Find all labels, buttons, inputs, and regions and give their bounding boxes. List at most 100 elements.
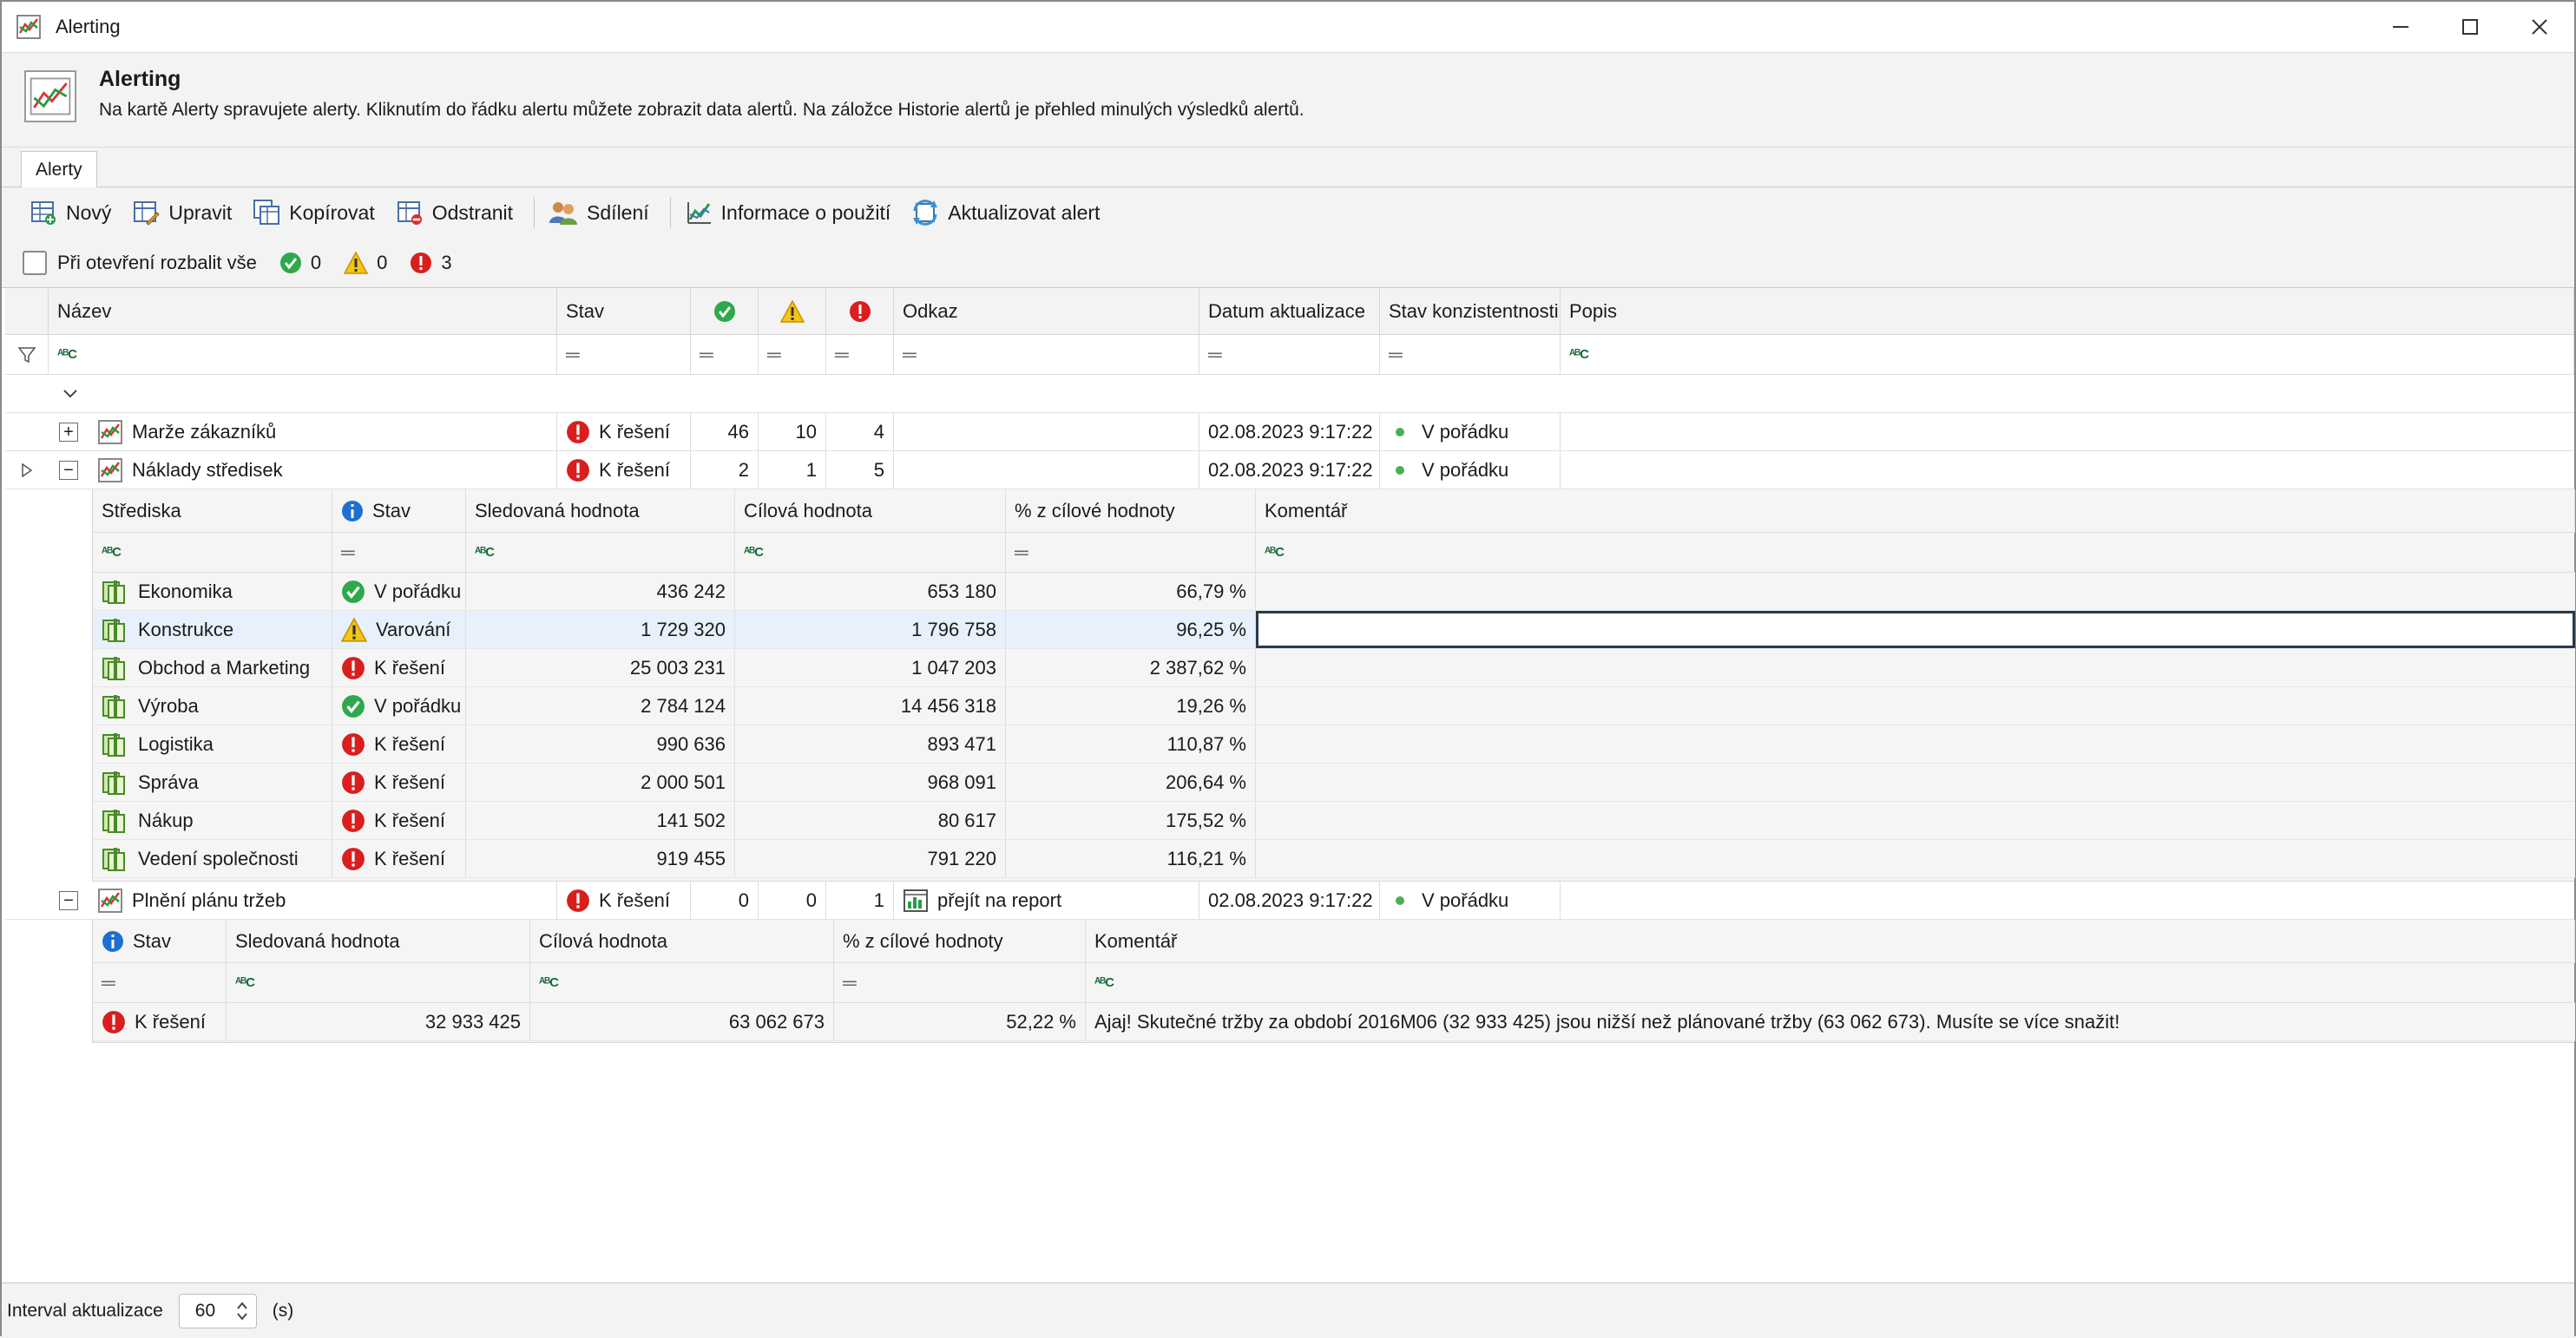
detail-row[interactable]: Správa K řešení 2 000 501 968 091 206,64 % xyxy=(93,764,2575,802)
detail2-filter-status[interactable]: ═ xyxy=(93,963,227,1002)
detail-row[interactable]: Konstrukce Varování 1 729 320 1 796 758 96,2… xyxy=(93,611,2575,649)
text-filter-icon: ᴬᴮC xyxy=(744,545,764,560)
column-header-name[interactable]: Název xyxy=(49,288,557,335)
title-bar: Alerting xyxy=(2,2,2574,52)
comment-cell[interactable] xyxy=(1256,611,2575,648)
detail-header-pct[interactable]: % z cílové hodnoty xyxy=(1006,489,1256,533)
table-row[interactable]: + Marže zákazníků K řešení 46 10 4 02.08… xyxy=(5,413,2574,451)
table-row[interactable]: − Plnění plánu tržeb K řešení 0 0 1 přej… xyxy=(5,882,2574,920)
header-panel: Alerting Na kartě Alerty spravujete aler… xyxy=(2,52,2574,148)
refresh-alert-button[interactable]: Aktualizovat alert xyxy=(904,193,1107,232)
detail-header-comment[interactable]: Komentář xyxy=(1256,489,2575,533)
filter-description[interactable]: ᴬᴮC xyxy=(1561,335,2574,374)
filter-name[interactable]: ᴬᴮC xyxy=(49,335,557,374)
detail-filter-tracked[interactable]: ᴬᴮC xyxy=(466,533,735,572)
detail-filter-target[interactable]: ᴬᴮC xyxy=(735,533,1006,572)
interval-unit: (s) xyxy=(272,1300,294,1321)
minimize-icon xyxy=(2393,26,2408,28)
detail2-header-target[interactable]: Cílová hodnota xyxy=(530,920,834,963)
window-title: Alerting xyxy=(56,16,121,37)
comment-cell[interactable] xyxy=(1256,687,2575,725)
close-button[interactable] xyxy=(2505,2,2574,52)
text-filter-icon: ᴬᴮC xyxy=(1569,347,1589,362)
column-header-description[interactable]: Popis xyxy=(1561,288,2574,335)
spinner-arrows-icon[interactable] xyxy=(235,1300,249,1322)
ok-check-icon xyxy=(713,300,735,322)
center-status: Varování xyxy=(376,618,451,640)
group-row[interactable] xyxy=(5,375,2574,413)
tab-alerty[interactable]: Alerty xyxy=(21,151,97,188)
expand-plus-icon[interactable]: + xyxy=(59,423,78,442)
alert-status: K řešení xyxy=(599,420,670,443)
detail-header-target[interactable]: Cílová hodnota xyxy=(735,489,1006,533)
detail-filter-comment[interactable]: ᴬᴮC xyxy=(1256,533,2575,572)
detail2-filter-target[interactable]: ᴬᴮC xyxy=(530,963,834,1002)
column-header-consistency[interactable]: Stav konzistentnosti xyxy=(1380,288,1561,335)
interval-spinner[interactable]: 60 xyxy=(178,1293,257,1328)
pct-value: 206,64 % xyxy=(1006,764,1256,801)
share-button[interactable]: Sdílení xyxy=(542,193,656,232)
detail-row[interactable]: Vedení společnosti K řešení 919 455 791 220… xyxy=(93,840,2575,878)
copy-button[interactable]: Kopírovat xyxy=(246,193,381,232)
center-name: Obchod a Marketing xyxy=(138,656,311,679)
detail-header-status[interactable]: Stav xyxy=(332,489,466,533)
detail-row[interactable]: Logistika K řešení 990 636 893 471 110,87 % xyxy=(93,725,2575,764)
detail2-row[interactable]: K řešení 32 933 425 63 062 673 52,22 % A… xyxy=(93,1003,2575,1041)
edit-button[interactable]: Upravit xyxy=(125,193,239,232)
detail2-header-comment[interactable]: Komentář xyxy=(1086,920,2575,963)
column-header-error[interactable] xyxy=(826,288,894,335)
column-header-warning[interactable] xyxy=(759,288,826,335)
detail2-filter-tracked[interactable]: ᴬᴮC xyxy=(227,963,530,1002)
comment-cell[interactable] xyxy=(1256,573,2575,610)
detail2-filter-pct[interactable]: ═ xyxy=(834,963,1086,1002)
collapse-minus-icon[interactable]: − xyxy=(59,461,78,480)
table-row[interactable]: − Náklady středisek K řešení 2 1 5 02.08… xyxy=(5,451,2574,489)
column-header-updated[interactable]: Datum aktualizace xyxy=(1199,288,1380,335)
detail-header-center[interactable]: Střediska xyxy=(93,489,332,533)
new-button[interactable]: Nový xyxy=(23,193,118,232)
detail2-header-status[interactable]: Stav xyxy=(93,920,227,963)
text-filter-icon: ᴬᴮC xyxy=(1265,545,1285,560)
detail-row[interactable]: Ekonomika V pořádku 436 242 653 180 66,79 % xyxy=(93,573,2575,611)
detail-filter-center[interactable]: ᴬᴮC xyxy=(93,533,332,572)
detail2-header-pct[interactable]: % z cílové hodnoty xyxy=(834,920,1086,963)
edit-grid-icon xyxy=(134,201,161,226)
detail-row[interactable]: Obchod a Marketing K řešení 25 003 231 1 04… xyxy=(93,649,2575,687)
comment-cell[interactable] xyxy=(1256,764,2575,801)
column-header-link[interactable]: Odkaz xyxy=(894,288,1199,335)
report-link[interactable]: přejít na report xyxy=(894,882,1199,919)
comment-cell[interactable] xyxy=(1256,649,2575,686)
filter-link[interactable]: ═ xyxy=(894,335,1199,374)
copy-label: Kopírovat xyxy=(289,200,375,224)
delete-button[interactable]: Odstranit xyxy=(389,193,520,232)
comment-cell[interactable] xyxy=(1256,840,2575,877)
detail2-header-tracked[interactable]: Sledovaná hodnota xyxy=(227,920,530,963)
equals-icon: ═ xyxy=(767,343,781,365)
detail2-filter-comment[interactable]: ᴬᴮC xyxy=(1086,963,2575,1002)
filter-warning[interactable]: ═ xyxy=(759,335,826,374)
comment-cell[interactable] xyxy=(1256,802,2575,839)
text-filter-icon: ᴬᴮC xyxy=(1094,975,1114,990)
filter-consistency[interactable]: ═ xyxy=(1380,335,1561,374)
usage-info-button[interactable]: Informace o použití xyxy=(678,193,898,232)
detail-header-tracked[interactable]: Sledovaná hodnota xyxy=(466,489,735,533)
target-value: 968 091 xyxy=(735,764,1006,801)
detail-filter-pct[interactable]: ═ xyxy=(1006,533,1256,572)
expand-all-checkbox[interactable] xyxy=(23,250,47,275)
maximize-button[interactable] xyxy=(2435,2,2505,52)
column-header-ok[interactable] xyxy=(691,288,759,335)
filter-ok[interactable]: ═ xyxy=(691,335,759,374)
filter-status[interactable]: ═ xyxy=(557,335,691,374)
minimize-button[interactable] xyxy=(2366,2,2435,52)
filter-error[interactable]: ═ xyxy=(826,335,894,374)
detail-row[interactable]: Nákup K řešení 141 502 80 617 175,52 % xyxy=(93,802,2575,840)
chevron-down-icon[interactable] xyxy=(62,387,78,401)
usage-chart-icon xyxy=(687,202,711,224)
collapse-minus-icon[interactable]: − xyxy=(59,891,78,910)
center-folder-icon xyxy=(102,618,125,642)
comment-cell[interactable] xyxy=(1256,725,2575,763)
column-header-status[interactable]: Stav xyxy=(557,288,691,335)
detail-filter-status[interactable]: ═ xyxy=(332,533,466,572)
filter-updated[interactable]: ═ xyxy=(1199,335,1380,374)
detail-row[interactable]: Výroba V pořádku 2 784 124 14 456 318 19,26 … xyxy=(93,687,2575,725)
